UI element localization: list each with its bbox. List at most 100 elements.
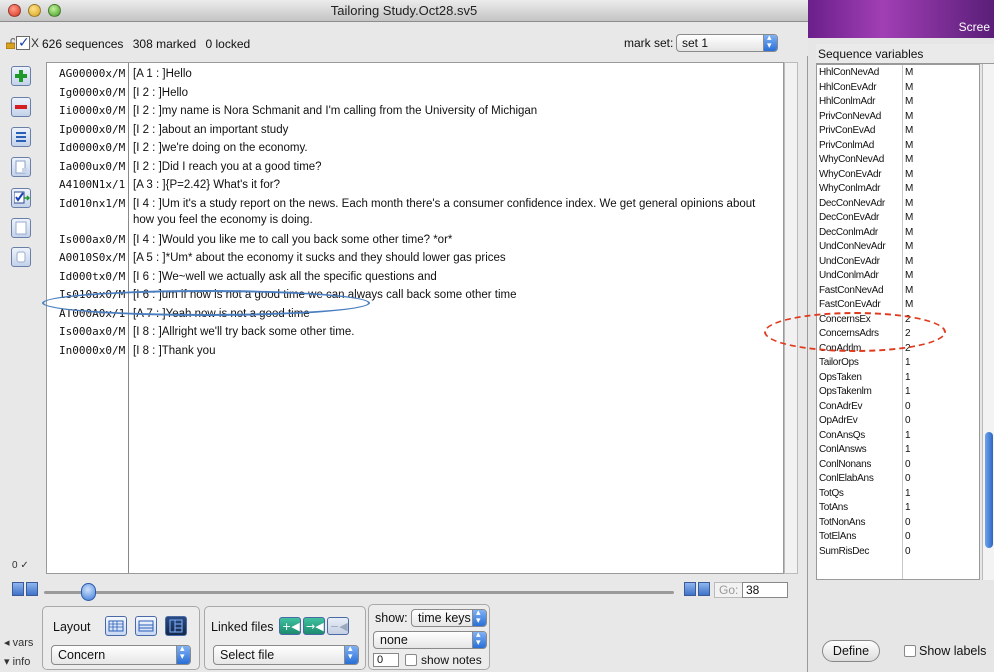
transcript-code[interactable]: Ig0000x0/M xyxy=(59,86,125,99)
variable-row[interactable]: HhlConNevAd M xyxy=(817,67,977,80)
transcript-text[interactable]: [I 2 : ]about an important study xyxy=(133,122,773,138)
variable-row[interactable]: ConcernsAdrs 2 xyxy=(817,328,977,341)
transcript-text[interactable]: [A 5 : ]*Um* about the economy it sucks … xyxy=(133,250,773,266)
variable-row[interactable]: ConlAnsws 1 xyxy=(817,444,977,457)
transcript-text[interactable]: [I 6 : ]We~well we actually ask all the … xyxy=(133,269,773,285)
transcript-code[interactable]: Is000ax0/M xyxy=(59,325,125,338)
transcript-code[interactable]: AT000A0x/1 xyxy=(59,307,125,320)
sequence-slider-track[interactable] xyxy=(44,591,674,594)
transcript-pane[interactable]: AG00000x/M [A 1 : ]Hello Ig0000x0/M [I 2 : … xyxy=(46,62,784,574)
layout-grid-button[interactable] xyxy=(105,616,127,636)
variables-list[interactable]: HhlConNevAd M HhlConEvAdr M HhlConlmAdr M Priv… xyxy=(816,64,980,580)
sequence-slider-knob[interactable] xyxy=(81,583,97,601)
variable-row[interactable]: DecConlmAdr M xyxy=(817,227,977,240)
transcript-code[interactable]: Is010ax0/M xyxy=(59,288,125,301)
variable-row[interactable]: PrivConEvAd M xyxy=(817,125,977,138)
layout-columns-button[interactable] xyxy=(165,616,187,636)
variable-row[interactable]: TotElAns 0 xyxy=(817,531,977,544)
title-bar[interactable]: Tailoring Study.Oct28.sv5 xyxy=(0,0,808,22)
transcript-code[interactable]: A4100N1x/1 xyxy=(59,178,125,191)
add-link-button[interactable]: +◀ xyxy=(279,617,301,635)
variable-row[interactable]: PrivConlmAd M xyxy=(817,140,977,153)
transcript-code[interactable]: A0010S0x/M xyxy=(59,251,125,264)
list-view-button[interactable] xyxy=(11,127,31,147)
marked-checkbox[interactable] xyxy=(16,34,30,51)
variable-row[interactable]: TailorOps 1 xyxy=(817,357,977,370)
variable-row[interactable]: TotQs 1 xyxy=(817,488,977,501)
show-notes-checkbox[interactable] xyxy=(405,654,417,666)
variable-row[interactable]: OpsTakenlm 1 xyxy=(817,386,977,399)
transcript-text[interactable]: [I 2 : ]my name is Nora Schmanit and I'm… xyxy=(133,103,773,119)
add-sequence-button[interactable] xyxy=(11,66,31,86)
variable-row[interactable]: OpAdrEv 0 xyxy=(817,415,977,428)
variable-row[interactable]: SumRisDec 0 xyxy=(817,546,977,559)
first-sequence-button[interactable] xyxy=(12,582,24,596)
go-input[interactable]: 38 xyxy=(742,582,788,598)
show-labels-checkbox[interactable]: Show labels xyxy=(904,644,986,658)
variable-row[interactable]: WhyConEvAdr M xyxy=(817,169,977,182)
show-select[interactable]: time keys xyxy=(411,607,487,627)
variable-row[interactable]: DecConNevAdr M xyxy=(817,198,977,211)
variable-row[interactable]: DecConEvAdr M xyxy=(817,212,977,225)
transcript-code[interactable]: In0000x0/M xyxy=(59,344,125,357)
layout-rows-button[interactable] xyxy=(135,616,157,636)
unlock-icon[interactable] xyxy=(6,38,15,49)
markset-select[interactable]: set 1 xyxy=(676,32,778,52)
variable-row[interactable]: ConAnsQs 1 xyxy=(817,430,977,443)
transcript-code[interactable]: Id010nx1/M xyxy=(59,197,125,210)
audio-button[interactable] xyxy=(11,247,31,267)
transcript-scrollbar[interactable] xyxy=(784,62,798,574)
transcript-text[interactable]: [I 2 : ]Hello xyxy=(133,85,773,101)
secondary-show-select[interactable]: none xyxy=(373,629,487,649)
transcript-text[interactable]: [I 8 : ]Thank you xyxy=(133,343,773,359)
variable-row[interactable]: PrivConNevAd M xyxy=(817,111,977,124)
transcript-text[interactable]: [A 7 : ]Yeah now is not a good time xyxy=(133,306,773,322)
transcript-code[interactable]: Ip0000x0/M xyxy=(59,123,125,136)
mark-toggle-button[interactable] xyxy=(11,188,31,208)
variable-row[interactable]: FastConEvAdr M xyxy=(817,299,977,312)
vars-toggle[interactable]: ◂ vars xyxy=(4,636,33,649)
variable-row[interactable]: UndConlmAdr M xyxy=(817,270,977,283)
last-sequence-button[interactable] xyxy=(698,582,710,596)
linked-file-select[interactable]: Select file xyxy=(213,643,359,665)
remove-link-button[interactable]: −◀ xyxy=(327,617,349,635)
variable-row[interactable]: TotAns 1 xyxy=(817,502,977,515)
previous-sequence-button[interactable] xyxy=(26,582,38,596)
transcript-code[interactable]: Id0000x0/M xyxy=(59,141,125,154)
variables-scroll-thumb[interactable] xyxy=(985,432,993,548)
next-sequence-button[interactable] xyxy=(684,582,696,596)
transcript-code[interactable]: Is000ax0/M xyxy=(59,233,125,246)
variable-row[interactable]: WhyConNevAd M xyxy=(817,154,977,167)
variable-row[interactable]: TotNonAns 0 xyxy=(817,517,977,530)
transcript-text[interactable]: [I 2 : ]we're doing on the economy. xyxy=(133,140,773,156)
variables-scrollbar[interactable] xyxy=(982,64,994,580)
transcript-text[interactable]: [I 4 : ]Um it's a study report on the ne… xyxy=(133,196,773,228)
variable-row[interactable]: ConAdrlm 2 xyxy=(817,343,977,356)
variable-row[interactable]: ConcernsEx 2 xyxy=(817,314,977,327)
variable-row[interactable]: ConAdrEv 0 xyxy=(817,401,977,414)
transcript-code[interactable]: Id000tx0/M xyxy=(59,270,125,283)
transcript-text[interactable]: [I 2 : ]Did I reach you at a good time? xyxy=(133,159,773,175)
screen-title-bar[interactable]: Scree xyxy=(808,0,994,38)
variable-row[interactable]: FastConNevAd M xyxy=(817,285,977,298)
page-button[interactable] xyxy=(11,218,31,238)
variable-row[interactable]: WhyConlmAdr M xyxy=(817,183,977,196)
notes-count-input[interactable]: 0 xyxy=(373,653,399,667)
variable-row[interactable]: HhlConlmAdr M xyxy=(817,96,977,109)
transcript-text[interactable]: [A 3 : ]{P=2.42} What's it for? xyxy=(133,177,773,193)
play-link-button[interactable]: →◀ xyxy=(303,617,325,635)
transcript-text[interactable]: [A 1 : ]Hello xyxy=(133,66,773,82)
layout-select[interactable]: Concern xyxy=(51,643,191,665)
info-toggle[interactable]: ▾ info xyxy=(4,655,30,668)
variable-row[interactable]: UndConEvAdr M xyxy=(817,256,977,269)
variable-row[interactable]: UndConNevAdr M xyxy=(817,241,977,254)
go-button[interactable]: Go: xyxy=(714,582,744,598)
transcript-code[interactable]: Ia000ux0/M xyxy=(59,160,125,173)
transcript-text[interactable]: [I 8 : ]Allright we'll try back some oth… xyxy=(133,324,773,340)
transcript-text[interactable]: [I 4 : ]Would you like me to call you ba… xyxy=(133,232,773,248)
variable-row[interactable]: OpsTaken 1 xyxy=(817,372,977,385)
transcript-code[interactable]: Ii0000x0/M xyxy=(59,104,125,117)
variable-row[interactable]: ConlElabAns 0 xyxy=(817,473,977,486)
variable-row[interactable]: HhlConEvAdr M xyxy=(817,82,977,95)
transcript-text[interactable]: [I 6 : ]um if now is not a good time we … xyxy=(133,287,773,303)
